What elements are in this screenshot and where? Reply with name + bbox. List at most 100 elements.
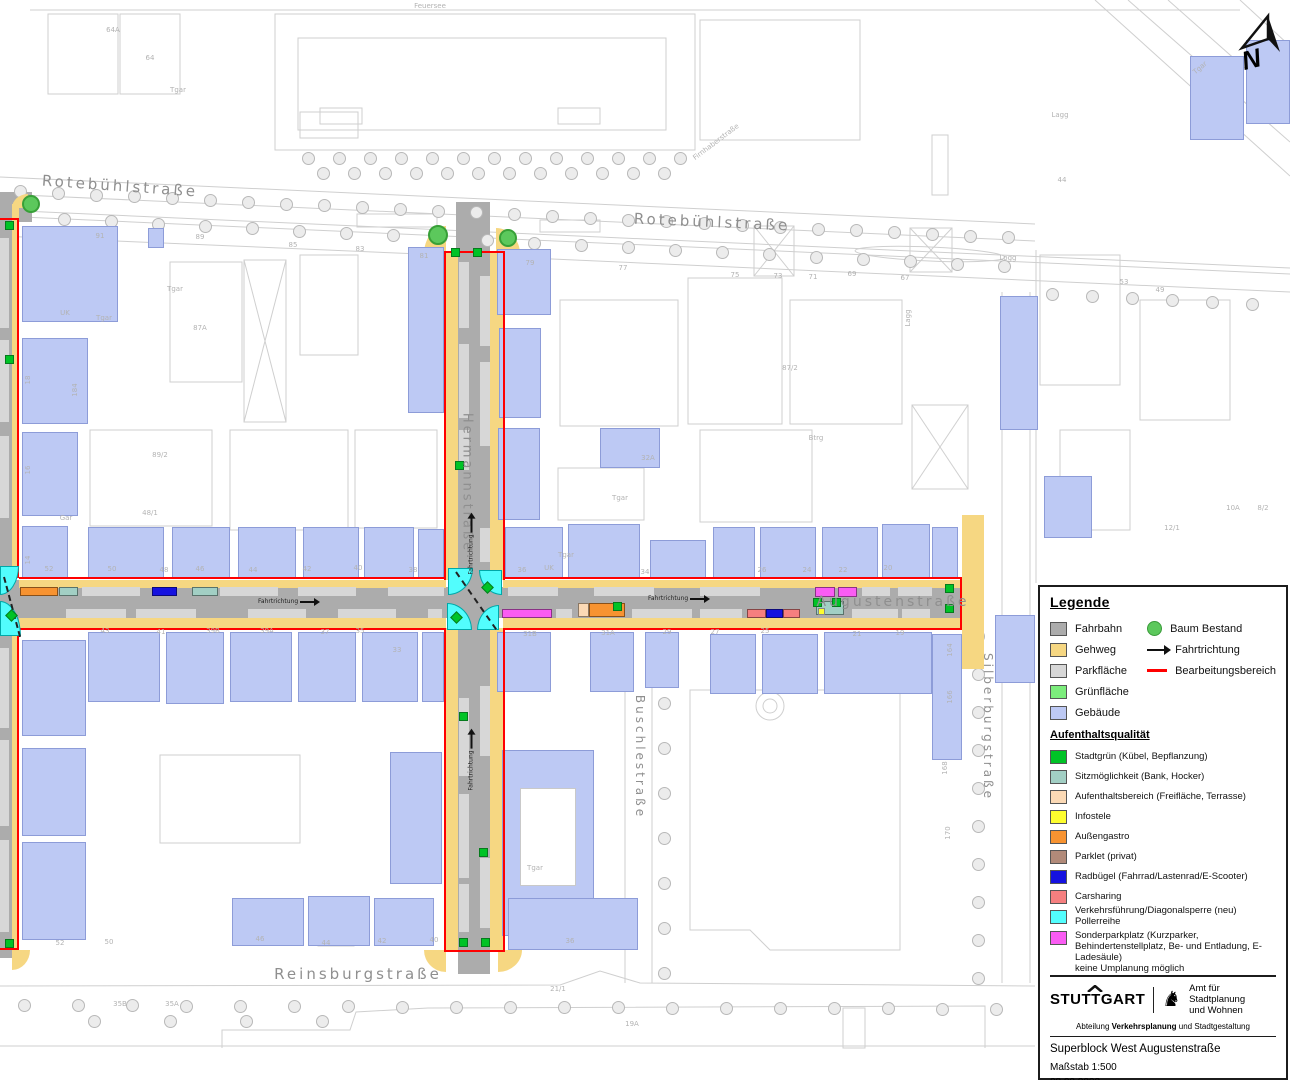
street-label: Silberburgstraße — [981, 653, 995, 801]
grünfläche-color-chip — [1050, 685, 1067, 699]
building — [713, 527, 755, 578]
stadtgruen-marker — [945, 584, 954, 593]
legend-item: Carsharing — [1050, 887, 1276, 907]
parking-strip — [0, 340, 9, 422]
parcel-label: 35B — [113, 1000, 127, 1008]
parcel-label: 21/1 — [550, 985, 566, 993]
street-label: Reinsburgstraße — [274, 965, 442, 983]
existing-tree-icon — [546, 210, 559, 223]
existing-tree-icon — [643, 152, 656, 165]
sonderparkplatz-color-chip — [1050, 931, 1067, 945]
stadtgruen-marker — [479, 848, 488, 857]
parcel-label: 33 — [393, 646, 402, 654]
parking-strip — [480, 686, 490, 756]
baum-bestand-icon — [1147, 621, 1162, 636]
parcel-label: 48/1 — [142, 509, 158, 517]
parcel-label: 19A — [625, 1020, 639, 1028]
existing-tree-icon — [565, 167, 578, 180]
außengastro-color-chip — [1050, 830, 1067, 844]
existing-tree-icon — [972, 934, 985, 947]
legend-item-label: Carsharing — [1075, 892, 1121, 903]
parcel-label: Lagg — [1051, 111, 1068, 119]
parcel-label: Tgar — [96, 314, 112, 322]
existing-tree-icon — [1206, 296, 1219, 309]
stadtgruen-marker — [5, 221, 14, 230]
existing-tree-icon — [316, 1015, 329, 1028]
carsharing-color-chip — [1050, 890, 1067, 904]
legend-item: Gehweg — [1050, 639, 1147, 660]
street-label: Buschlestraße — [633, 695, 647, 819]
title-block: STUTTGART ♞ Amt für Stadtplanung und Woh… — [1050, 975, 1276, 1080]
office-line1: Amt für Stadtplanung — [1189, 983, 1276, 1006]
parking-strip — [594, 587, 654, 596]
existing-tree-icon — [394, 203, 407, 216]
parcel-label: 43 — [101, 627, 110, 635]
legend-item-label: Infostele — [1075, 812, 1111, 823]
north-label: N — [1238, 42, 1265, 76]
parking-strip — [82, 587, 140, 596]
map-scale: Maßstab 1:500 — [1050, 1062, 1276, 1073]
parcel-label: 52 — [45, 565, 54, 573]
existing-tree-icon — [1046, 288, 1059, 301]
building — [822, 527, 878, 578]
parcel-label: 19 — [896, 629, 905, 637]
existing-tree-icon — [964, 230, 977, 243]
parcel-label: 34 — [641, 568, 650, 576]
sitzmöglichkeit-color-chip — [1050, 770, 1067, 784]
building — [88, 632, 160, 702]
parcel-label: 39A — [260, 627, 274, 635]
existing-tree-icon — [658, 967, 671, 980]
project-section: Superblock West Augustenstraße Maßstab 1… — [1050, 1036, 1276, 1080]
parking-strip — [136, 609, 196, 618]
existing-tree-icon — [596, 167, 609, 180]
hermannstrasse-sidewalk-west — [446, 252, 458, 580]
parcel-label: 87A — [193, 324, 207, 332]
parcel-label: Tgar — [558, 551, 574, 559]
parking-strip — [459, 884, 469, 932]
parcel-label: 69 — [848, 270, 857, 278]
baum-bestand-icon — [428, 225, 448, 245]
existing-tree-icon — [972, 896, 985, 909]
parcel-label: 26 — [758, 566, 767, 574]
existing-tree-icon — [550, 152, 563, 165]
parcel-label: 77 — [619, 264, 628, 272]
fahrtrichtung-label: Fahrtrichtung — [468, 534, 475, 574]
bearbeitungsbereich-line — [17, 628, 19, 950]
fahrtrichtung-marker: Fahrtrichtung — [468, 733, 475, 790]
building — [362, 632, 418, 702]
existing-tree-icon — [340, 227, 353, 240]
building — [995, 615, 1035, 683]
parcel-label: 18 — [24, 376, 32, 385]
parcel-label: 16 — [24, 466, 32, 475]
stadtgruen-marker — [613, 602, 622, 611]
existing-tree-icon — [658, 742, 671, 755]
stadtgruen-marker — [451, 248, 460, 257]
legend-symbol-item: Baum Bestand — [1147, 618, 1276, 639]
parcel-label: Btrg — [809, 434, 824, 442]
existing-tree-icon — [658, 832, 671, 845]
north-arrow-icon: N — [1228, 10, 1290, 85]
legend-item-label: Bearbeitungsbereich — [1175, 665, 1276, 677]
parcel-label: UK — [60, 309, 70, 317]
building — [824, 632, 932, 694]
existing-tree-icon — [395, 152, 408, 165]
building — [238, 527, 296, 578]
parcel-label: 35A — [165, 1000, 179, 1008]
existing-tree-icon — [280, 198, 293, 211]
legend-item: Radbügel (Fahrrad/Lastenrad/E-Scooter) — [1050, 867, 1276, 887]
parcel-label: 89 — [196, 233, 205, 241]
existing-tree-icon — [364, 152, 377, 165]
existing-tree-icon — [720, 1002, 733, 1015]
existing-tree-icon — [658, 787, 671, 800]
existing-tree-icon — [926, 228, 939, 241]
parcel-label: 40 — [354, 564, 363, 572]
legend-panel: Legende FahrbahnGehwegParkflächeGrünfläc… — [1038, 585, 1288, 1080]
fahrbahn-color-chip — [1050, 622, 1067, 636]
building — [932, 527, 958, 578]
legend-item: Aufenthaltsbereich (Freifläche, Terrasse… — [1050, 787, 1276, 807]
bearbeitungsbereich-line — [503, 628, 962, 630]
building — [497, 632, 551, 692]
parcel-label: 25 — [761, 627, 770, 635]
existing-tree-icon — [627, 167, 640, 180]
parcel-label: 67 — [901, 274, 910, 282]
